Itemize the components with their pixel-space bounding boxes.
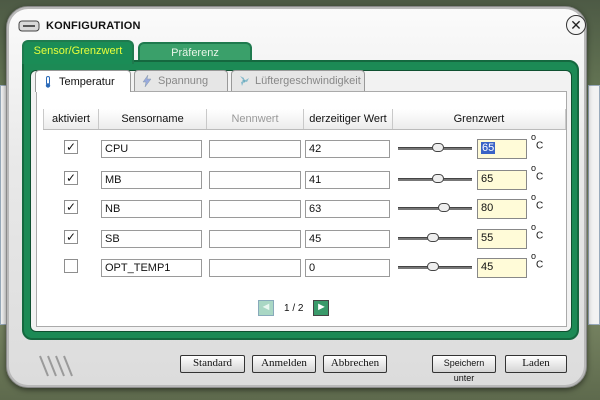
close-icon[interactable]: ✕: [566, 15, 586, 35]
limit-field[interactable]: 65: [477, 139, 527, 159]
nominal-field[interactable]: [209, 259, 301, 277]
sensor-table-header: aktiviert Sensorname Nennwert derzeitige…: [43, 109, 566, 130]
current-value-field: 63: [305, 200, 390, 218]
limit-field[interactable]: 55: [477, 229, 527, 249]
tab-temperature[interactable]: Temperatur: [35, 70, 131, 92]
enabled-checkbox[interactable]: ✓: [64, 230, 78, 244]
dialog-title: KONFIGURATION: [46, 20, 141, 32]
wrench-icon: [18, 20, 40, 32]
tab-temperature-label: Temperatur: [59, 75, 115, 88]
enabled-checkbox[interactable]: ✓: [64, 171, 78, 185]
celsius-unit: oC: [531, 192, 544, 212]
limit-slider[interactable]: [398, 233, 472, 243]
col-current-value[interactable]: derzeitiger Wert: [303, 109, 393, 130]
prev-page-button[interactable]: ◄: [258, 300, 274, 316]
enabled-checkbox[interactable]: ✓: [64, 140, 78, 154]
col-enabled[interactable]: aktiviert: [43, 109, 99, 130]
limit-field[interactable]: 65: [477, 170, 527, 190]
limit-slider[interactable]: [398, 174, 472, 184]
nominal-field[interactable]: [209, 200, 301, 218]
next-page-button[interactable]: ►: [313, 300, 330, 316]
col-limit[interactable]: Grenzwert: [392, 109, 566, 130]
tab-fan-speed-label: Lüftergeschwindigkeit: [255, 75, 361, 87]
tab-voltage[interactable]: Spannung: [134, 70, 228, 91]
sensor-name-field[interactable]: MB: [101, 171, 202, 189]
limit-slider[interactable]: [398, 262, 472, 272]
celsius-unit: oC: [531, 132, 544, 152]
celsius-unit: oC: [531, 251, 544, 271]
sensor-name-field[interactable]: NB: [101, 200, 202, 218]
load-button[interactable]: Laden: [505, 355, 567, 373]
current-value-field: 42: [305, 140, 390, 158]
current-value-field: 0: [305, 259, 390, 277]
limit-slider[interactable]: [398, 203, 472, 213]
nominal-field[interactable]: [209, 230, 301, 248]
pagination: ◄ 1 / 2 ►: [258, 300, 330, 316]
background-window-right: [588, 85, 600, 325]
tab-sensor-limit[interactable]: Sensor/Grenzwert: [22, 40, 134, 64]
thermometer-icon: [45, 75, 51, 88]
sensor-name-field[interactable]: CPU: [101, 140, 202, 158]
sensor-name-field[interactable]: OPT_TEMP1: [101, 259, 202, 277]
apply-button[interactable]: Anmelden: [252, 355, 316, 373]
save-as-button[interactable]: Speichern unter: [432, 355, 496, 383]
tab-fan-speed[interactable]: Lüftergeschwindigkeit: [231, 70, 365, 91]
sensor-name-field[interactable]: SB: [101, 230, 202, 248]
col-sensor-name[interactable]: Sensorname: [98, 109, 207, 130]
nominal-field[interactable]: [209, 171, 301, 189]
current-value-field: 45: [305, 230, 390, 248]
fan-icon: [240, 76, 249, 86]
page-indicator: 1 / 2: [284, 302, 304, 314]
nominal-field[interactable]: [209, 140, 301, 158]
celsius-unit: oC: [531, 222, 544, 242]
limit-slider[interactable]: [398, 143, 472, 153]
col-nominal[interactable]: Nennwert: [206, 109, 304, 130]
enabled-checkbox[interactable]: [64, 259, 78, 273]
enabled-checkbox[interactable]: ✓: [64, 200, 78, 214]
limit-field[interactable]: 45: [477, 258, 527, 278]
standard-button[interactable]: Standard: [180, 355, 245, 373]
current-value-field: 41: [305, 171, 390, 189]
tab-voltage-label: Spannung: [158, 75, 209, 87]
resize-grip-icon: [39, 355, 73, 377]
cancel-button[interactable]: Abbrechen: [323, 355, 387, 373]
celsius-unit: oC: [531, 163, 544, 183]
limit-field[interactable]: 80: [477, 199, 527, 219]
lightning-icon: [142, 75, 152, 87]
